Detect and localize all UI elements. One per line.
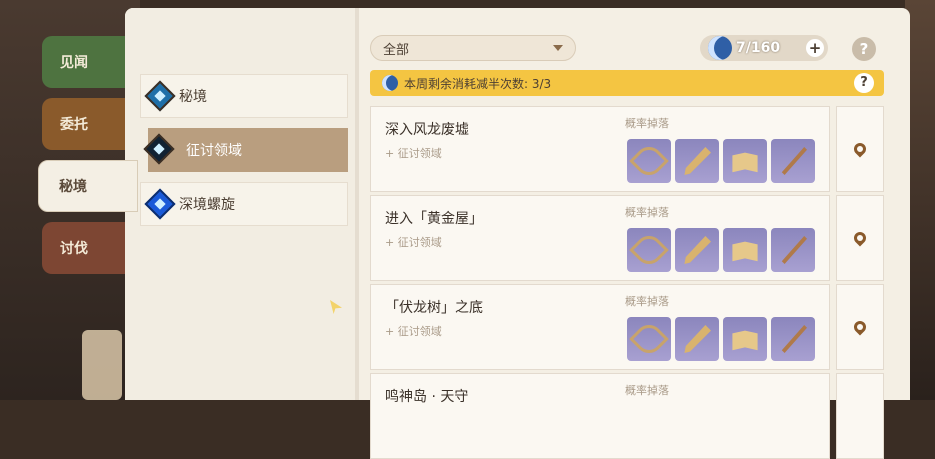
domain-row[interactable]: 鸣神岛 · 天守 概率掉落 xyxy=(370,373,884,459)
menu-item-spiral-abyss[interactable]: 深境螺旋 xyxy=(140,182,348,226)
menu-item-label: 深境螺旋 xyxy=(179,197,235,213)
resin-moon-icon xyxy=(382,75,398,91)
help-icon[interactable]: ? xyxy=(852,37,876,61)
menu-item-label: 征讨领域 xyxy=(186,143,242,159)
bow-icon xyxy=(629,141,669,181)
domain-diamond-icon xyxy=(144,80,176,112)
drop-item[interactable] xyxy=(627,139,671,183)
drop-item[interactable] xyxy=(675,317,719,361)
side-tab-domains[interactable]: 秘境 xyxy=(38,160,138,212)
side-tab-label: 秘境 xyxy=(59,179,87,195)
menu-item-trounce-domains[interactable]: 征讨领域 xyxy=(143,128,348,172)
polearm-icon xyxy=(781,325,807,353)
domain-card[interactable]: 鸣神岛 · 天守 概率掉落 xyxy=(370,373,830,459)
locate-button[interactable] xyxy=(836,284,884,370)
catalyst-book-icon xyxy=(732,241,758,262)
side-tab-bosses[interactable]: 讨伐 xyxy=(42,222,126,274)
domain-card[interactable]: 「伏龙树」之底 + 征讨领域 概率掉落 xyxy=(370,284,830,370)
drop-item[interactable] xyxy=(627,317,671,361)
domain-type: + 征讨领域 xyxy=(385,325,442,338)
sword-icon xyxy=(684,325,711,353)
drops-label: 概率掉落 xyxy=(625,117,669,130)
drop-items xyxy=(627,228,815,272)
filter-selected-value: 全部 xyxy=(383,42,410,58)
menu-item-domains[interactable]: 秘境 xyxy=(140,74,348,118)
domain-card[interactable]: 进入「黄金屋」 + 征讨领域 概率掉落 xyxy=(370,195,830,281)
locate-button[interactable] xyxy=(836,195,884,281)
locate-button[interactable] xyxy=(836,106,884,192)
domain-row[interactable]: 「伏龙树」之底 + 征讨领域 概率掉落 xyxy=(370,284,884,370)
abyss-diamond-icon xyxy=(144,188,176,220)
filter-dropdown[interactable]: 全部 xyxy=(370,35,576,61)
side-tab-label: 见闻 xyxy=(60,55,88,71)
original-resin-counter: 7/160 + xyxy=(700,35,828,61)
resin-moon-icon xyxy=(708,36,732,60)
drop-item[interactable] xyxy=(675,139,719,183)
drop-item[interactable] xyxy=(723,317,767,361)
domain-card[interactable]: 深入风龙废墟 + 征讨领域 概率掉落 xyxy=(370,106,830,192)
drop-item[interactable] xyxy=(723,228,767,272)
drop-item[interactable] xyxy=(771,317,815,361)
domain-name: 进入「黄金屋」 xyxy=(385,211,483,227)
notice-help-icon[interactable]: ? xyxy=(854,73,874,93)
drop-item[interactable] xyxy=(723,139,767,183)
sword-icon xyxy=(684,236,711,264)
polearm-icon xyxy=(781,236,807,264)
side-tab-label: 讨伐 xyxy=(60,241,88,257)
domain-type: + 征讨领域 xyxy=(385,147,442,160)
weekly-discount-notice: 本周剩余消耗减半次数: 3/3 ? xyxy=(370,70,884,96)
page-fold xyxy=(355,8,359,400)
map-pin-icon xyxy=(851,140,869,158)
drop-item[interactable] xyxy=(771,228,815,272)
side-tab-commissions[interactable]: 委托 xyxy=(42,98,126,150)
resin-value: 7/160 xyxy=(736,40,781,56)
menu-item-label: 秘境 xyxy=(179,89,207,105)
bow-icon xyxy=(629,319,669,359)
map-pin-icon xyxy=(851,229,869,247)
side-tab-label: 委托 xyxy=(60,117,88,133)
drop-item[interactable] xyxy=(771,139,815,183)
domain-name: 鸣神岛 · 天守 xyxy=(385,389,469,405)
side-tab-stories[interactable]: 见闻 xyxy=(42,36,126,88)
decorative-pillar xyxy=(82,330,122,400)
catalyst-book-icon xyxy=(732,330,758,351)
domain-row[interactable]: 进入「黄金屋」 + 征讨领域 概率掉落 xyxy=(370,195,884,281)
trounce-diamond-icon xyxy=(143,133,175,165)
domain-row[interactable]: 深入风龙废墟 + 征讨领域 概率掉落 xyxy=(370,106,884,192)
map-pin-icon xyxy=(851,318,869,336)
add-resin-button[interactable]: + xyxy=(806,39,824,57)
drop-item[interactable] xyxy=(675,228,719,272)
drops-label: 概率掉落 xyxy=(625,384,669,397)
drops-label: 概率掉落 xyxy=(625,206,669,219)
bow-icon xyxy=(629,230,669,270)
notice-text: 本周剩余消耗减半次数: 3/3 xyxy=(404,76,552,91)
domain-name: 深入风龙废墟 xyxy=(385,122,469,138)
drop-item[interactable] xyxy=(627,228,671,272)
polearm-icon xyxy=(781,147,807,175)
catalyst-book-icon xyxy=(732,152,758,173)
domain-type: + 征讨领域 xyxy=(385,236,442,249)
domain-name: 「伏龙树」之底 xyxy=(385,300,483,316)
chevron-down-icon xyxy=(553,45,563,51)
sword-icon xyxy=(684,147,711,175)
locate-button[interactable] xyxy=(836,373,884,459)
drop-items xyxy=(627,317,815,361)
drops-label: 概率掉落 xyxy=(625,295,669,308)
drop-items xyxy=(627,139,815,183)
